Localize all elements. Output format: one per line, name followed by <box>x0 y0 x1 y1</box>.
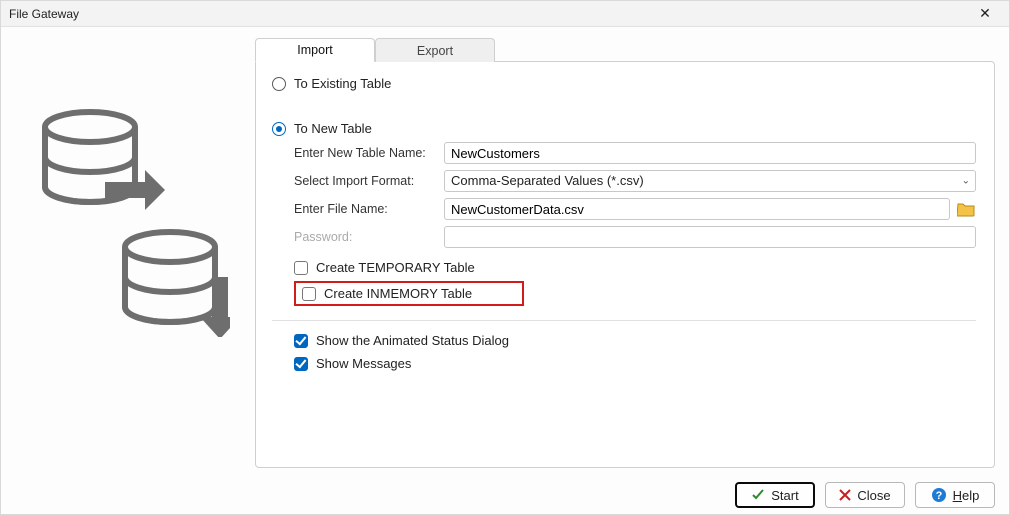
radio-label: To Existing Table <box>294 76 391 91</box>
checkbox-show-messages[interactable]: Show Messages <box>294 356 976 371</box>
label-import-format: Select Import Format: <box>294 174 444 188</box>
import-illustration <box>15 37 245 468</box>
input-password[interactable] <box>444 226 976 248</box>
checkbox-show-animated[interactable]: Show the Animated Status Dialog <box>294 333 976 348</box>
input-new-table-name[interactable] <box>444 142 976 164</box>
label-file-name: Enter File Name: <box>294 202 444 216</box>
tab-strip: Import Export <box>255 38 995 62</box>
checkbox-label: Show Messages <box>316 356 411 371</box>
close-button[interactable]: Close <box>825 482 905 508</box>
label-password: Password: <box>294 230 444 244</box>
title-bar: File Gateway ✕ <box>1 1 1009 27</box>
checkbox-create-inmemory[interactable]: Create INMEMORY Table <box>302 286 472 301</box>
checkbox-label: Create TEMPORARY Table <box>316 260 475 275</box>
window-close-button[interactable]: ✕ <box>965 2 1005 26</box>
svg-text:?: ? <box>935 490 942 502</box>
dialog-body: Import Export To Existing Table To New T… <box>1 27 1009 476</box>
checkbox-icon <box>294 334 308 348</box>
radio-new-table[interactable]: To New Table <box>272 121 976 136</box>
input-file-name[interactable] <box>444 198 950 220</box>
radio-existing-table[interactable]: To Existing Table <box>272 76 976 91</box>
browse-file-icon[interactable] <box>956 199 976 219</box>
label-new-table-name: Enter New Table Name: <box>294 146 444 160</box>
highlight-create-inmemory: Create INMEMORY Table <box>294 281 524 306</box>
radio-icon <box>272 77 286 91</box>
help-button[interactable]: ? Help <box>915 482 995 508</box>
radio-icon <box>272 122 286 136</box>
close-icon <box>839 489 851 501</box>
select-import-format[interactable]: Comma-Separated Values (*.csv) ⌄ <box>444 170 976 192</box>
separator <box>272 320 976 321</box>
row-new-table-name: Enter New Table Name: <box>294 142 976 164</box>
checkbox-icon <box>294 261 308 275</box>
row-file-name: Enter File Name: <box>294 198 976 220</box>
help-icon: ? <box>931 487 947 503</box>
row-password: Password: <box>294 226 976 248</box>
checkbox-icon <box>302 287 316 301</box>
tab-import[interactable]: Import <box>255 38 375 62</box>
content-column: Import Export To Existing Table To New T… <box>255 37 995 468</box>
checkbox-icon <box>294 357 308 371</box>
window-title: File Gateway <box>9 7 965 21</box>
start-button[interactable]: Start <box>735 482 815 508</box>
dialog-footer: Start Close ? Help <box>1 476 1009 514</box>
tab-export[interactable]: Export <box>375 38 495 62</box>
checkbox-create-temporary[interactable]: Create TEMPORARY Table <box>294 260 976 275</box>
check-icon <box>751 488 765 502</box>
radio-label: To New Table <box>294 121 372 136</box>
checkbox-label: Create INMEMORY Table <box>324 286 472 301</box>
checkbox-label: Show the Animated Status Dialog <box>316 333 509 348</box>
row-import-format: Select Import Format: Comma-Separated Va… <box>294 170 976 192</box>
import-panel: To Existing Table To New Table Enter New… <box>255 61 995 468</box>
